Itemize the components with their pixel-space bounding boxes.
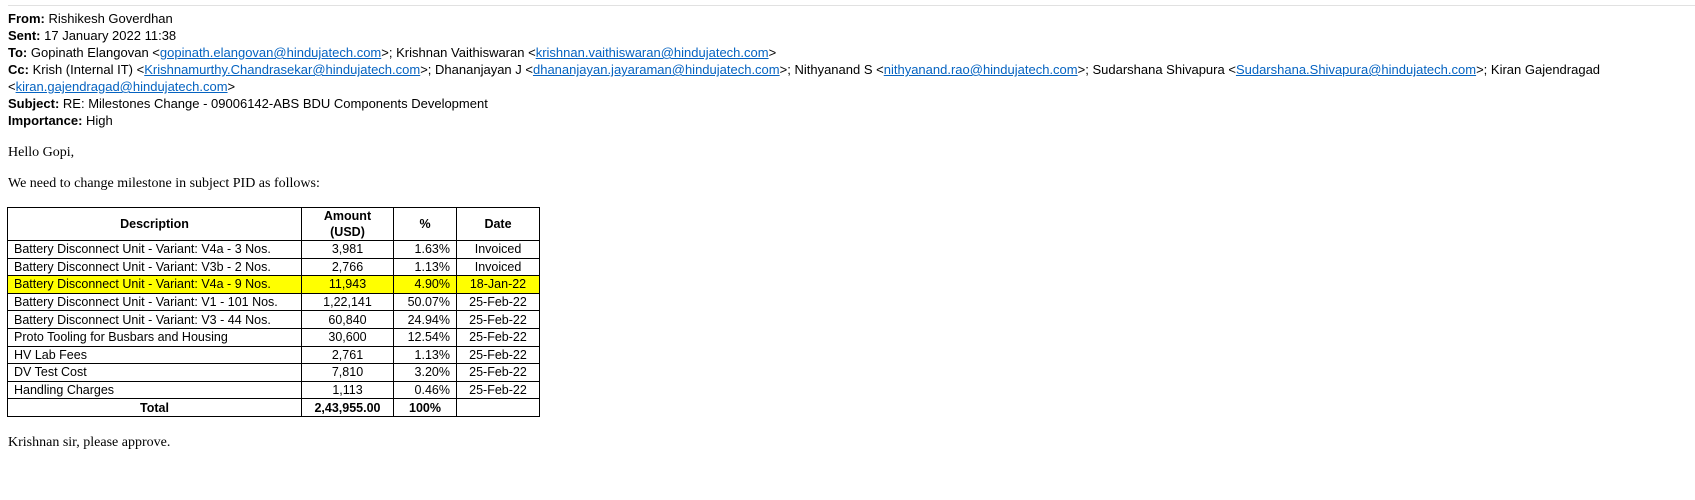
recipient-name: Gopinath Elangovan <box>30 45 149 60</box>
column-header-date: Date <box>456 207 540 241</box>
cell-amount: 30,600 <box>301 327 394 347</box>
table-row: HV Lab Fees 2,761 1.13% 25-Feb-22 <box>7 345 540 365</box>
subject-value: RE: Milestones Change - 09006142-ABS BDU… <box>62 96 488 111</box>
from-line: From: Rishikesh Goverdhan <box>8 10 1688 27</box>
cc-label: Cc: <box>8 62 29 77</box>
cell-description: DV Test Cost <box>7 363 302 382</box>
intro-text: We need to change milestone in subject P… <box>8 176 320 191</box>
recipient-name: Krishnan Vaithiswaran <box>396 45 525 60</box>
cell-date: 25-Feb-22 <box>456 292 540 312</box>
cc-recipient-name: Kiran Gajendragad <box>1490 62 1601 77</box>
cell-amount: 1,22,141 <box>301 292 394 312</box>
column-header-percent: % <box>393 207 457 241</box>
milestones-table: Description Amount (USD) % Date Battery … <box>7 207 540 417</box>
email-header: From: Rishikesh Goverdhan Sent: 17 Janua… <box>8 10 1688 129</box>
total-label: Total <box>7 398 302 417</box>
cc-email-link[interactable]: dhananjayan.jayaraman@hindujatech.com <box>533 62 780 77</box>
cell-percent: 24.94% <box>393 310 457 329</box>
cc-email-link[interactable]: Sudarshana.Shivapura@hindujatech.com <box>1236 62 1476 77</box>
cell-description: Handling Charges <box>7 380 302 400</box>
table-total-row: Total 2,43,955.00 100% <box>7 398 540 417</box>
cell-description: Battery Disconnect Unit - Variant: V4a -… <box>7 275 302 294</box>
recipient-email-link[interactable]: krishnan.vaithiswaran@hindujatech.com <box>536 45 769 60</box>
greeting-text: Hello Gopi, <box>8 145 75 160</box>
cell-date: 25-Feb-22 <box>456 345 540 365</box>
cell-percent: 1.13% <box>393 257 457 277</box>
cell-date: 25-Feb-22 <box>456 327 540 347</box>
table-header-row: Description Amount (USD) % Date <box>7 207 540 241</box>
cell-date: 25-Feb-22 <box>456 363 540 382</box>
cell-percent: 1.13% <box>393 345 457 365</box>
cell-amount: 1,113 <box>301 380 394 400</box>
cc-email-link[interactable]: kiran.gajendragad@hindujatech.com <box>16 79 228 94</box>
cell-percent: 50.07% <box>393 292 457 312</box>
importance-label: Importance: <box>8 113 83 128</box>
cell-date: Invoiced <box>456 240 540 259</box>
to-recipients: Gopinath Elangovan <gopinath.elangovan@h… <box>30 45 777 60</box>
cell-amount: 60,840 <box>301 310 394 329</box>
table-row: Proto Tooling for Busbars and Housing 30… <box>7 327 540 347</box>
cell-percent: 1.63% <box>393 240 457 259</box>
table-row: Handling Charges 1,113 0.46% 25-Feb-22 <box>7 380 540 400</box>
from-value: Rishikesh Goverdhan <box>48 11 173 26</box>
cell-amount: 11,943 <box>301 275 394 294</box>
cc-line: Cc: Krish (Internal IT) <Krishnamurthy.C… <box>8 62 1601 94</box>
cell-description: Battery Disconnect Unit - Variant: V3b -… <box>7 257 302 277</box>
cell-description: HV Lab Fees <box>7 345 302 365</box>
cell-date: Invoiced <box>456 257 540 277</box>
recipient-email-link[interactable]: gopinath.elangovan@hindujatech.com <box>160 45 381 60</box>
sent-line: Sent: 17 January 2022 11:38 <box>8 27 1688 44</box>
cell-amount: 2,761 <box>301 345 394 365</box>
cell-amount: 3,981 <box>301 240 394 259</box>
table-row: Battery Disconnect Unit - Variant: V1 - … <box>7 292 540 312</box>
table-row: Battery Disconnect Unit - Variant: V3b -… <box>7 257 540 277</box>
total-percent: 100% <box>393 398 457 417</box>
table-row: DV Test Cost 7,810 3.20% 25-Feb-22 <box>7 363 540 382</box>
subject-line: Subject: RE: Milestones Change - 0900614… <box>8 95 1688 112</box>
column-header-description: Description <box>7 207 302 241</box>
cell-date: 18-Jan-22 <box>456 275 540 294</box>
cell-description: Battery Disconnect Unit - Variant: V4a -… <box>7 240 302 259</box>
column-header-amount: Amount (USD) <box>301 207 394 241</box>
subject-label: Subject: <box>8 96 60 111</box>
cell-amount: 2,766 <box>301 257 394 277</box>
table-row: Battery Disconnect Unit - Variant: V4a -… <box>7 240 540 259</box>
importance-line: Importance: High <box>8 112 1688 129</box>
table-row-highlighted: Battery Disconnect Unit - Variant: V4a -… <box>7 275 540 294</box>
cc-recipient-name: Krish (Internal IT) <box>32 62 133 77</box>
cc-email-link[interactable]: Krishnamurthy.Chandrasekar@hindujatech.c… <box>144 62 420 77</box>
cell-description: Battery Disconnect Unit - Variant: V1 - … <box>7 292 302 312</box>
to-label: To: <box>8 45 28 60</box>
cc-recipient-name: Nithyanand S <box>794 62 873 77</box>
total-date <box>456 398 540 417</box>
cc-recipient-name: Dhananjayan J <box>435 62 522 77</box>
to-line: To: Gopinath Elangovan <gopinath.elangov… <box>8 44 1688 61</box>
cell-description: Battery Disconnect Unit - Variant: V3 - … <box>7 310 302 329</box>
cell-percent: 4.90% <box>393 275 457 294</box>
sent-label: Sent: <box>8 28 41 43</box>
cell-amount: 7,810 <box>301 363 394 382</box>
from-label: From: <box>8 11 45 26</box>
cell-percent: 12.54% <box>393 327 457 347</box>
cc-email-link[interactable]: nithyanand.rao@hindujatech.com <box>884 62 1078 77</box>
header-divider <box>8 5 1695 6</box>
cell-description: Proto Tooling for Busbars and Housing <box>7 327 302 347</box>
closing-text: Krishnan sir, please approve. <box>8 435 171 450</box>
cell-percent: 0.46% <box>393 380 457 400</box>
cc-recipient-name: Sudarshana Shivapura <box>1092 62 1225 77</box>
total-amount: 2,43,955.00 <box>301 398 394 417</box>
cell-percent: 3.20% <box>393 363 457 382</box>
sent-value: 17 January 2022 11:38 <box>44 28 177 43</box>
table-row: Battery Disconnect Unit - Variant: V3 - … <box>7 310 540 329</box>
importance-value: High <box>86 113 113 128</box>
cell-date: 25-Feb-22 <box>456 380 540 400</box>
cell-date: 25-Feb-22 <box>456 310 540 329</box>
